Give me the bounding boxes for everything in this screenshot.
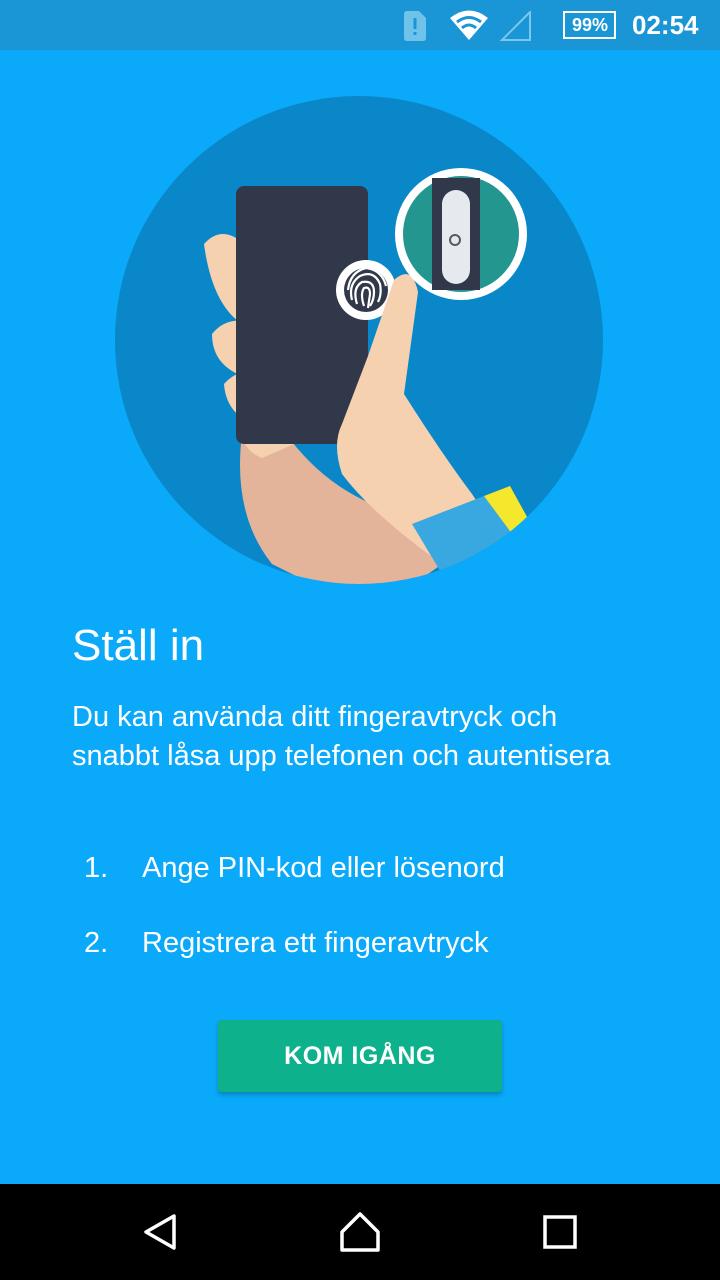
home-icon [340,1212,380,1252]
signal-icon [500,11,531,41]
hand-holding-phone-fingerprint-illustration [115,96,603,584]
step-text: Ange PIN-kod eller lösenord [142,852,505,884]
back-icon [144,1214,176,1250]
get-started-button[interactable]: KOM IGÅNG [218,1020,502,1092]
page-title: Ställ in [72,621,205,670]
recents-icon [543,1215,577,1249]
sim-alert-icon [404,11,426,41]
wifi-icon [450,10,488,40]
home-button[interactable] [300,1184,420,1280]
page-description: Du kan använda ditt fingeravtryck och sn… [72,701,611,772]
step-number: 1. [84,852,109,884]
navigation-bar [0,1184,720,1280]
step-number: 2. [84,927,109,959]
step-text: Registrera ett fingeravtryck [142,927,489,959]
status-bar: 99% 02:54 [0,0,720,50]
battery-percentage: 99% [571,15,609,35]
status-clock: 02:54 [632,10,699,40]
recents-button[interactable] [500,1184,620,1280]
back-button[interactable] [100,1184,220,1280]
